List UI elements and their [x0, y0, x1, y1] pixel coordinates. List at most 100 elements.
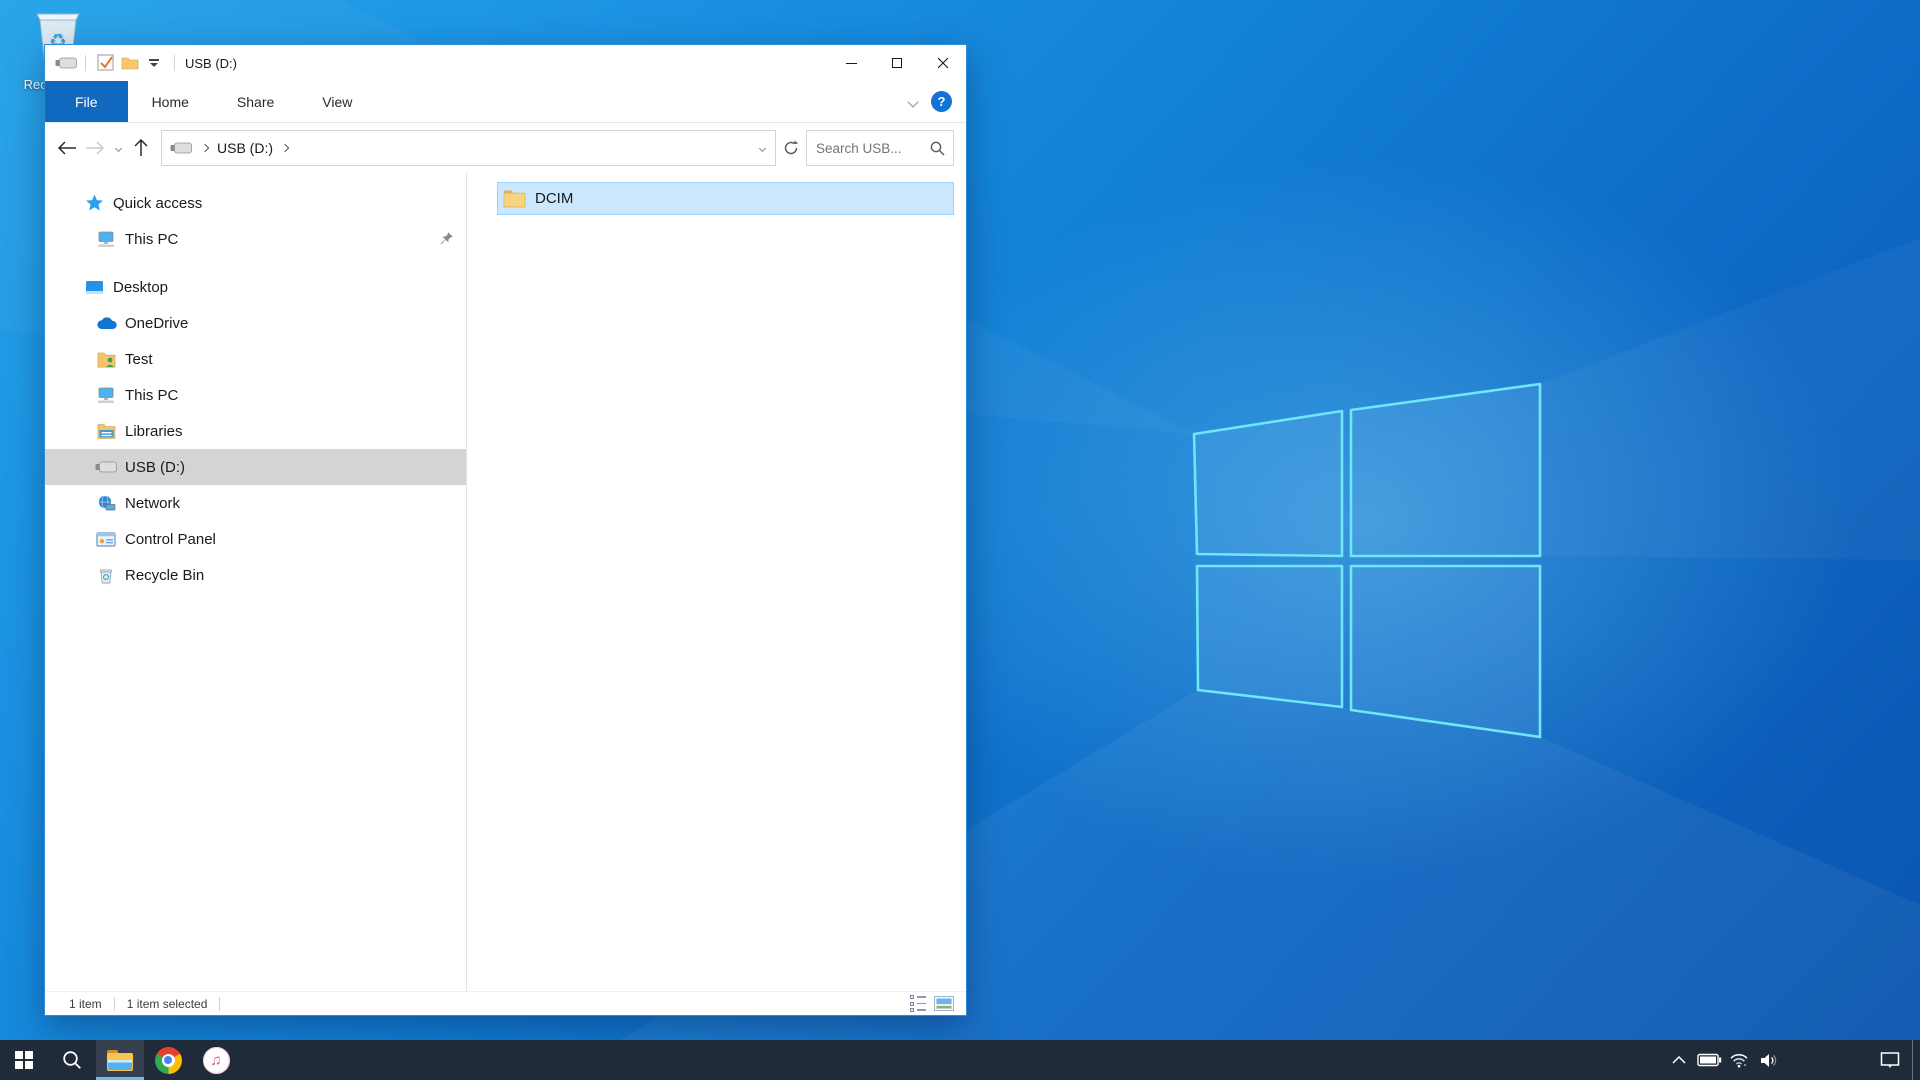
search-input[interactable]: [807, 141, 930, 156]
separator: [85, 55, 86, 71]
taskbar-itunes-button[interactable]: ♫: [192, 1040, 240, 1080]
file-list-pane[interactable]: DCIM: [467, 173, 966, 991]
onedrive-icon: [93, 316, 119, 330]
file-name: DCIM: [535, 190, 573, 207]
file-row-dcim[interactable]: DCIM: [497, 182, 954, 215]
search-icon: [62, 1050, 82, 1070]
action-center-button[interactable]: [1868, 1040, 1912, 1080]
start-button[interactable]: [0, 1040, 48, 1080]
user-folder-icon: [93, 351, 119, 368]
taskbar-search-button[interactable]: [48, 1040, 96, 1080]
this-pc-icon: [93, 387, 119, 404]
ribbon-tab-bar: File Home Share View ?: [45, 81, 966, 123]
folder-icon: [503, 189, 526, 208]
sidebar-item-network[interactable]: Network: [45, 485, 466, 521]
navigation-bar: USB (D:): [45, 123, 966, 173]
separator: [219, 997, 220, 1011]
file-explorer-window: USB (D:) File Home Share View ?: [44, 44, 967, 1016]
tab-home[interactable]: Home: [128, 81, 213, 122]
sidebar-item-desktop[interactable]: Desktop: [45, 269, 466, 305]
qat-customize-dropdown[interactable]: [142, 50, 166, 76]
checkbox-check-icon: [97, 54, 115, 72]
item-count: 1 item: [69, 997, 102, 1011]
sidebar-item-this-pc[interactable]: This PC: [45, 377, 466, 413]
tab-share[interactable]: Share: [213, 81, 298, 122]
window-title: USB (D:): [185, 56, 237, 71]
forward-button[interactable]: [81, 131, 109, 165]
sidebar-item-test[interactable]: Test: [45, 341, 466, 377]
file-explorer-icon: [107, 1050, 133, 1071]
refresh-button[interactable]: [776, 130, 806, 166]
windows-logo: [1194, 384, 1540, 737]
recycle-bin-icon: [93, 567, 119, 584]
sidebar-item-onedrive[interactable]: OneDrive: [45, 305, 466, 341]
chevron-down-icon: [758, 144, 765, 151]
maximize-button[interactable]: [874, 45, 920, 81]
up-button[interactable]: [127, 131, 155, 165]
sidebar-item-label: USB (D:): [125, 459, 185, 476]
taskbar-chrome-button[interactable]: [144, 1040, 192, 1080]
sidebar-item-label: This PC: [125, 231, 178, 248]
expand-ribbon-button[interactable]: [909, 93, 917, 111]
sidebar-item-usb-drive[interactable]: USB (D:): [45, 449, 466, 485]
search-icon[interactable]: [930, 141, 945, 156]
libraries-icon: [93, 423, 119, 439]
battery-indicator[interactable]: [1694, 1040, 1724, 1080]
up-arrow-icon: [134, 139, 148, 157]
details-view-button[interactable]: [910, 995, 926, 1012]
sidebar-item-control-panel[interactable]: Control Panel: [45, 521, 466, 557]
close-button[interactable]: [920, 45, 966, 81]
taskbar-file-explorer-button[interactable]: [96, 1040, 144, 1080]
sidebar-item-libraries[interactable]: Libraries: [45, 413, 466, 449]
sidebar-item-recycle-bin[interactable]: Recycle Bin: [45, 557, 466, 593]
large-icons-view-button[interactable]: [934, 996, 954, 1011]
breadcrumb-chevron-icon[interactable]: [281, 144, 289, 152]
back-button[interactable]: [53, 131, 81, 165]
address-dropdown-button[interactable]: [749, 146, 775, 151]
tray-expand-button[interactable]: [1664, 1040, 1694, 1080]
minimize-button[interactable]: [828, 45, 874, 81]
qat-new-folder-button[interactable]: [118, 50, 142, 76]
folder-icon: [121, 56, 139, 70]
volume-indicator[interactable]: [1754, 1040, 1784, 1080]
sidebar-item-label: This PC: [125, 387, 178, 404]
recent-locations-button[interactable]: [109, 131, 127, 165]
control-panel-icon: [93, 532, 119, 547]
this-pc-icon: [93, 231, 119, 248]
sidebar-item-label: Desktop: [113, 279, 168, 296]
back-arrow-icon: [57, 141, 77, 155]
sidebar-item-label: OneDrive: [125, 315, 188, 332]
breadcrumb-segment[interactable]: USB (D:): [208, 140, 282, 156]
pin-icon: [439, 231, 454, 250]
address-bar[interactable]: USB (D:): [161, 130, 776, 166]
show-desktop-button[interactable]: [1912, 1040, 1920, 1080]
details-view-icon: [910, 995, 926, 1012]
help-button[interactable]: ?: [931, 91, 952, 112]
thumbnail-view-icon: [934, 996, 954, 1011]
selection-status: 1 item selected: [127, 997, 208, 1011]
qat-properties-button[interactable]: [94, 50, 118, 76]
chevron-up-icon: [1672, 1056, 1686, 1064]
chrome-icon: [155, 1047, 182, 1074]
tab-file[interactable]: File: [45, 81, 128, 122]
sidebar-item-quick-access[interactable]: Quick access: [45, 185, 466, 221]
usb-drive-icon: [93, 461, 119, 473]
usb-drive-icon: [55, 57, 77, 69]
search-box[interactable]: [806, 130, 954, 166]
title-bar[interactable]: USB (D:): [45, 45, 966, 81]
navigation-pane: Quick access This PC Desktop: [45, 173, 466, 991]
sidebar-item-label: Control Panel: [125, 531, 216, 548]
maximize-icon: [892, 58, 902, 68]
wifi-indicator[interactable]: [1724, 1040, 1754, 1080]
windows-start-icon: [15, 1051, 33, 1069]
close-icon: [937, 57, 949, 69]
wifi-icon: [1729, 1052, 1749, 1068]
sidebar-item-label: Test: [125, 351, 153, 368]
caption-buttons: [828, 45, 966, 81]
usb-drive-icon: [170, 142, 192, 154]
separator: [114, 997, 115, 1011]
sidebar-item-this-pc-pinned[interactable]: This PC: [45, 221, 466, 257]
tab-view[interactable]: View: [298, 81, 376, 122]
minimize-icon: [846, 63, 857, 64]
desktop-icon: [81, 280, 107, 295]
